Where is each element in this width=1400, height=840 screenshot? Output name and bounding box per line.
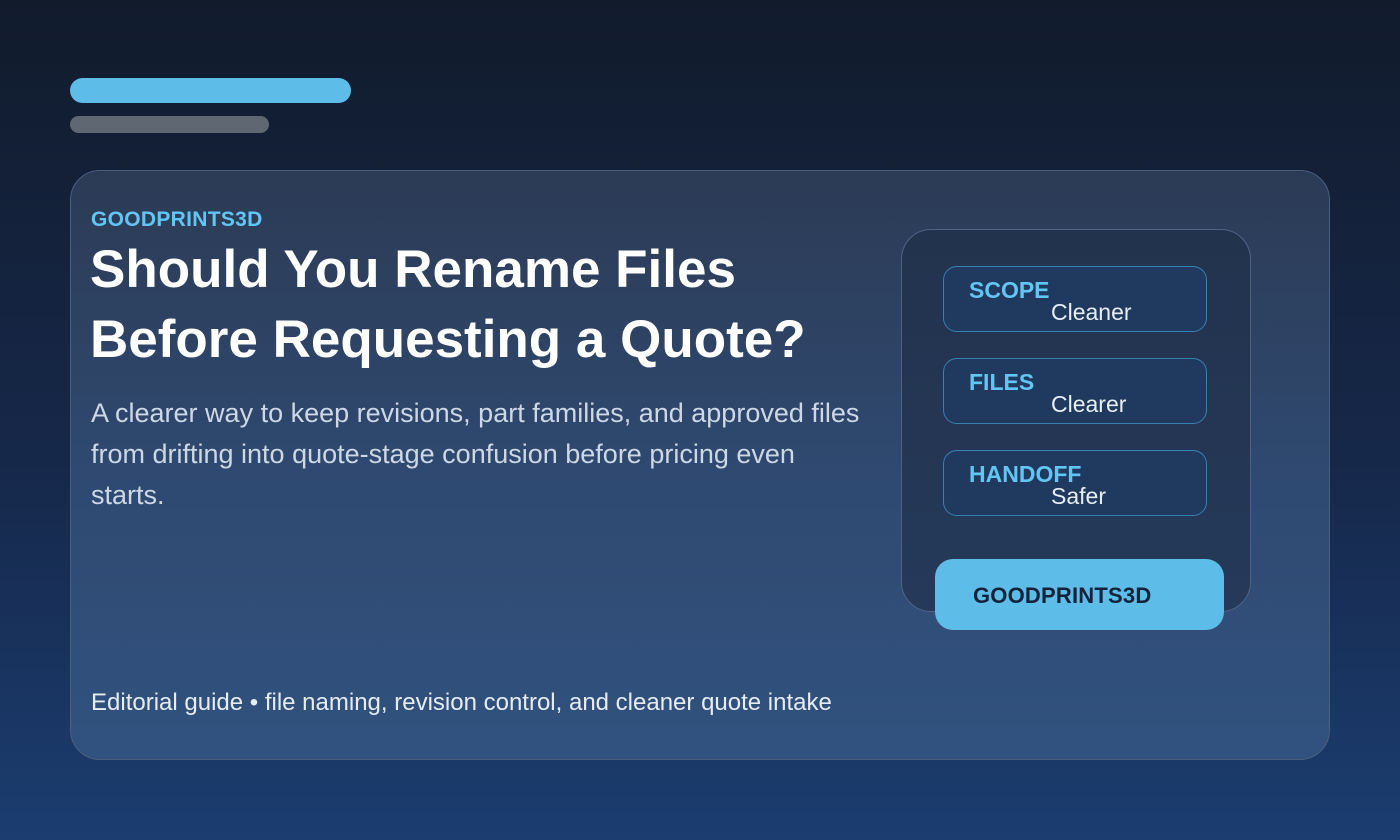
summary-row-files: FILES Clearer [943,358,1207,424]
summary-row-value: Cleaner [1051,299,1132,325]
article-subtitle: A clearer way to keep revisions, part fa… [91,398,860,510]
summary-row-value: Clearer [1051,391,1127,417]
placeholder-bar-secondary [70,116,269,133]
article-card: GOODPRINTS3D Should You Rename Files Bef… [70,170,1330,760]
brand-button[interactable]: GOODPRINTS3D [935,559,1224,630]
summary-row-value: Safer [1051,483,1106,509]
summary-panel: SCOPE Cleaner FILES Clearer HANDOFF Safe… [901,229,1251,612]
article-footer: Editorial guide • file naming, revision … [91,689,832,716]
summary-row-handoff: HANDOFF Safer [943,450,1207,516]
summary-row-label: FILES [969,369,1035,395]
summary-row-label: SCOPE [969,277,1050,303]
summary-row-scope: SCOPE Cleaner [943,266,1207,332]
placeholder-bar-primary [70,78,351,103]
article-title: Should You Rename Files Before Requestin… [90,240,806,369]
brand-label: GOODPRINTS3D [91,208,263,231]
